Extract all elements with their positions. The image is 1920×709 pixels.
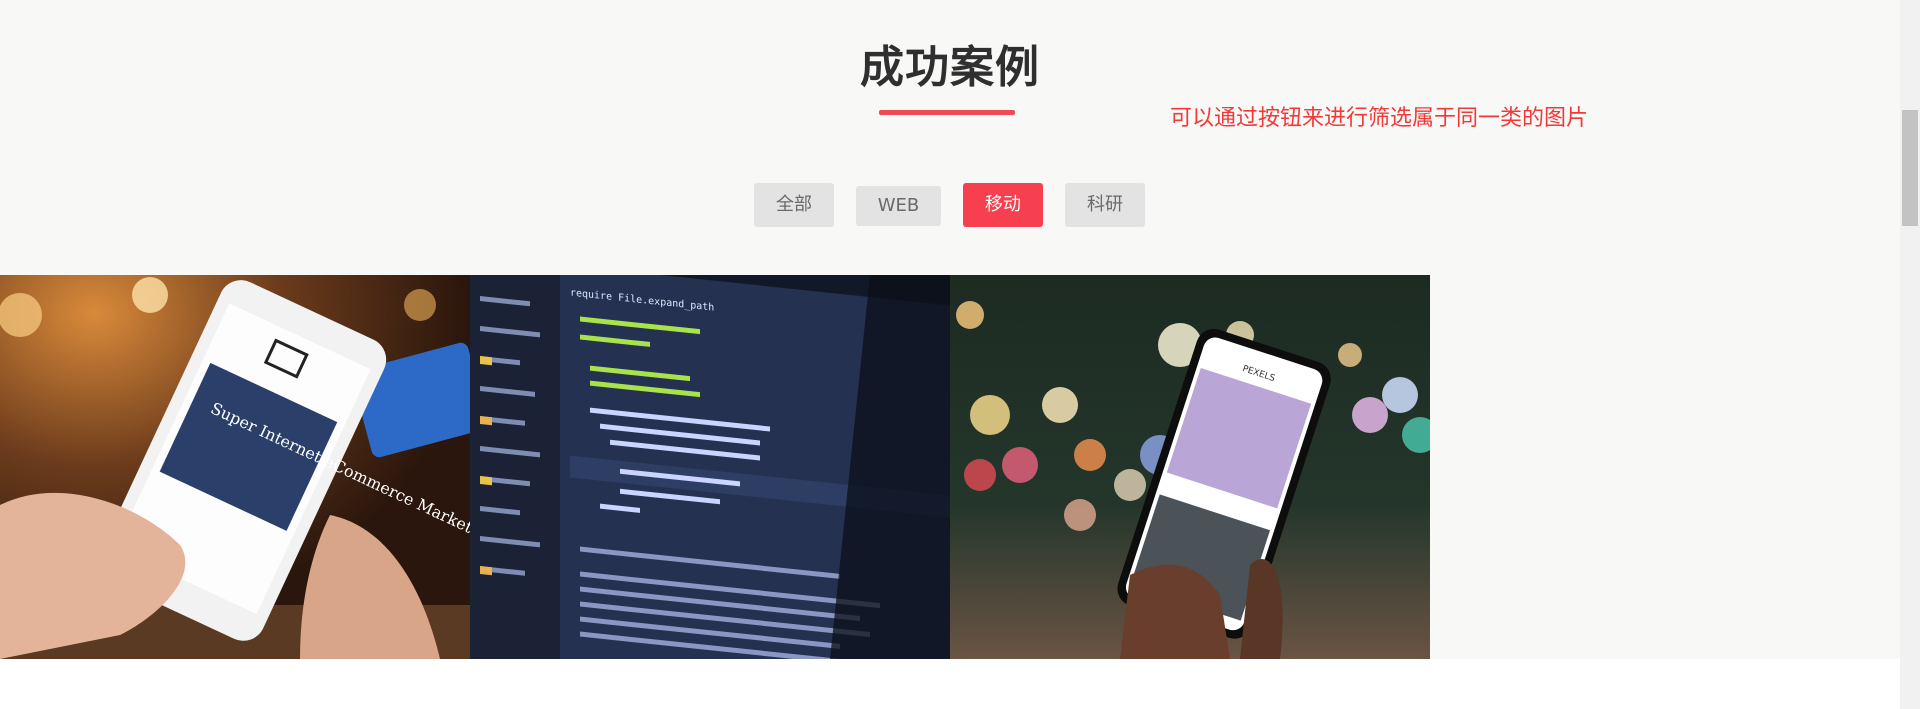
- cases-section: 成功案例 可以通过按钮来进行筛选属于同一类的图片 全部 WEB 移动 科研 Su…: [0, 0, 1900, 659]
- scrollbar-thumb[interactable]: [1902, 110, 1918, 226]
- phone-photo-bokeh-image: PEXELS: [950, 275, 1430, 659]
- filter-button-all[interactable]: 全部: [754, 183, 834, 227]
- section-title: 成功案例: [860, 42, 1040, 93]
- gallery-item-code-editor[interactable]: require File.expand_path: [470, 275, 950, 659]
- filter-button-web[interactable]: WEB: [856, 186, 941, 226]
- filter-button-research[interactable]: 科研: [1065, 183, 1145, 227]
- page-bottom-area: [0, 659, 1900, 709]
- phone-shopping-image: Super Internet eCommerce Market: [0, 275, 470, 659]
- gallery-item-phone-photo[interactable]: PEXELS: [950, 275, 1430, 659]
- scrollbar-track[interactable]: [1900, 0, 1920, 709]
- page: 成功案例 可以通过按钮来进行筛选属于同一类的图片 全部 WEB 移动 科研 Su…: [0, 0, 1920, 709]
- gallery-item-phone-shopping[interactable]: Super Internet eCommerce Market: [0, 275, 470, 659]
- filter-hint-text: 可以通过按钮来进行筛选属于同一类的图片: [1170, 106, 1589, 131]
- code-editor-image: require File.expand_path: [470, 275, 950, 659]
- title-underline: [879, 110, 1015, 115]
- case-gallery: Super Internet eCommerce Market require …: [0, 275, 1430, 659]
- filter-button-mobile[interactable]: 移动: [963, 183, 1043, 227]
